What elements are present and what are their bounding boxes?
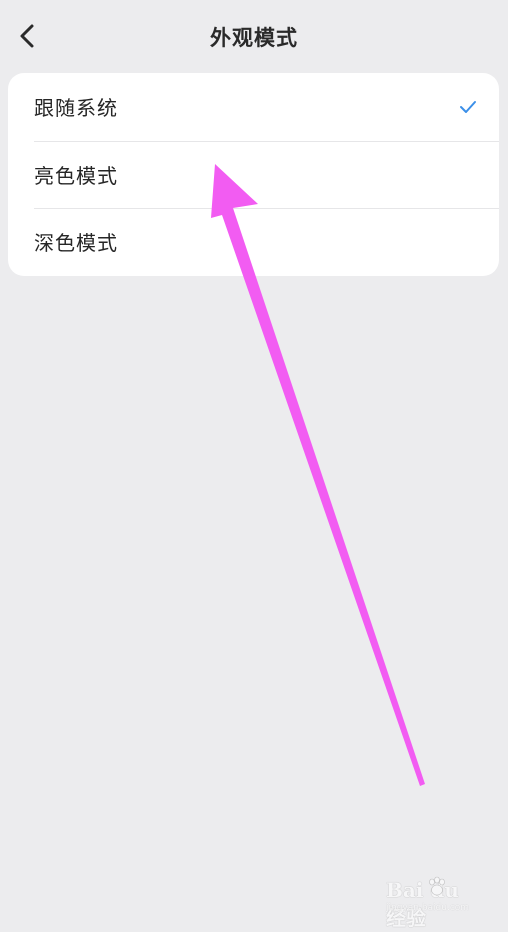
watermark-subtext: jingyan.baidu.com — [386, 903, 470, 913]
baidu-jingyan-watermark: Bai du 经验 jingyan.baidu.com — [386, 876, 482, 930]
option-light-mode[interactable]: 亮色模式 — [8, 140, 499, 209]
appearance-options-card: 跟随系统 亮色模式 深色模式 — [8, 73, 499, 276]
option-label: 亮色模式 — [34, 163, 118, 188]
option-follow-system[interactable]: 跟随系统 — [8, 73, 499, 141]
page-title: 外观模式 — [210, 26, 298, 50]
option-label: 跟随系统 — [34, 96, 118, 121]
option-dark-mode[interactable]: 深色模式 — [8, 208, 499, 276]
option-label: 深色模式 — [34, 231, 118, 256]
header-bar: 外观模式 — [0, 0, 508, 74]
checkmark-icon — [460, 100, 476, 113]
paw-icon — [429, 876, 445, 896]
screen: 外观模式 跟随系统 亮色模式 深色模式 Bai du 经验 jingyan.ba… — [0, 0, 508, 932]
